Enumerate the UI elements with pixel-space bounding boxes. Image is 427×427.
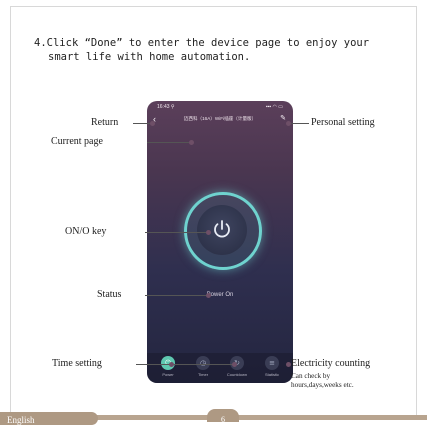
toolbar-item-statistic[interactable]: ≡ Statistic bbox=[255, 356, 289, 377]
marker-dot-time-1 bbox=[169, 362, 174, 367]
leader-line-return bbox=[133, 123, 151, 124]
page-number-tab: 6 bbox=[207, 409, 239, 424]
step-text-line2: smart life with home automation. bbox=[48, 51, 251, 63]
power-icon bbox=[214, 220, 230, 238]
phone-status-bar: 16:43 ⚲ ▪▪▪ ◠ ▭ bbox=[157, 104, 283, 114]
label-personal-setting: Personal setting bbox=[311, 117, 375, 128]
toolbar-item-power[interactable]: ⏻ Power bbox=[151, 356, 185, 377]
marker-dot-on-off bbox=[206, 230, 211, 235]
leader-line-time-setting bbox=[136, 364, 233, 365]
label-status: Status bbox=[97, 289, 122, 300]
toolbar-item-timer[interactable]: ◷ Timer bbox=[186, 356, 220, 377]
manual-page: 4.Click “Done” to enter the device page … bbox=[0, 0, 427, 425]
marker-dot-time-2 bbox=[232, 362, 237, 367]
label-on-off-key: ON/O key bbox=[65, 226, 107, 237]
label-current-page: Current page bbox=[51, 136, 103, 147]
step-instruction: 4.Click “Done” to enter the device page … bbox=[34, 36, 404, 64]
toolbar-label: Timer bbox=[197, 372, 209, 377]
toolbar-label: Countdown bbox=[226, 372, 248, 377]
leader-line-current-page bbox=[147, 142, 190, 143]
language-tag: English bbox=[0, 412, 98, 425]
page-number: 6 bbox=[221, 415, 225, 424]
statistic-icon: ≡ bbox=[265, 356, 279, 370]
leader-line-status bbox=[145, 295, 207, 296]
toolbar-label: Statistic bbox=[264, 372, 279, 377]
electricity-note-line2: hours,days,weeks etc. bbox=[291, 381, 354, 389]
label-time-setting: Time setting bbox=[52, 358, 102, 369]
device-header: ‹ 迈西科（16A）WiFi插座（计量版） ✎ bbox=[147, 114, 293, 126]
label-return: Return bbox=[91, 117, 119, 128]
status-time: 16:43 ⚲ bbox=[157, 104, 175, 110]
leader-line-on-off bbox=[145, 232, 207, 233]
marker-dot-current-page bbox=[189, 140, 194, 145]
toolbar-item-countdown[interactable]: ↻ Countdown bbox=[220, 356, 254, 377]
bottom-toolbar: ⏻ Power ◷ Timer ↻ Countdown ≡ Statistic bbox=[147, 353, 293, 383]
label-electricity-counting: Electricity counting bbox=[291, 358, 371, 369]
step-number: 4. bbox=[34, 37, 47, 49]
device-title: 迈西科（16A）WiFi插座（计量版） bbox=[183, 116, 257, 121]
leader-line-personal bbox=[291, 123, 309, 124]
page-footer: English 6 bbox=[0, 409, 427, 425]
language-label: English bbox=[7, 415, 35, 425]
step-text-line1: Click “Done” to enter the device page to… bbox=[46, 37, 370, 49]
marker-dot-status bbox=[206, 293, 211, 298]
phone-screenshot: 16:43 ⚲ ▪▪▪ ◠ ▭ ‹ 迈西科（16A）WiFi插座（计量版） ✎ … bbox=[147, 101, 293, 383]
timer-icon: ◷ bbox=[196, 356, 210, 370]
marker-dot-return bbox=[150, 121, 155, 126]
toolbar-label: Power bbox=[162, 372, 174, 377]
electricity-note-line1: Can check by bbox=[291, 372, 331, 380]
status-icons: ▪▪▪ ◠ ▭ bbox=[265, 104, 283, 110]
